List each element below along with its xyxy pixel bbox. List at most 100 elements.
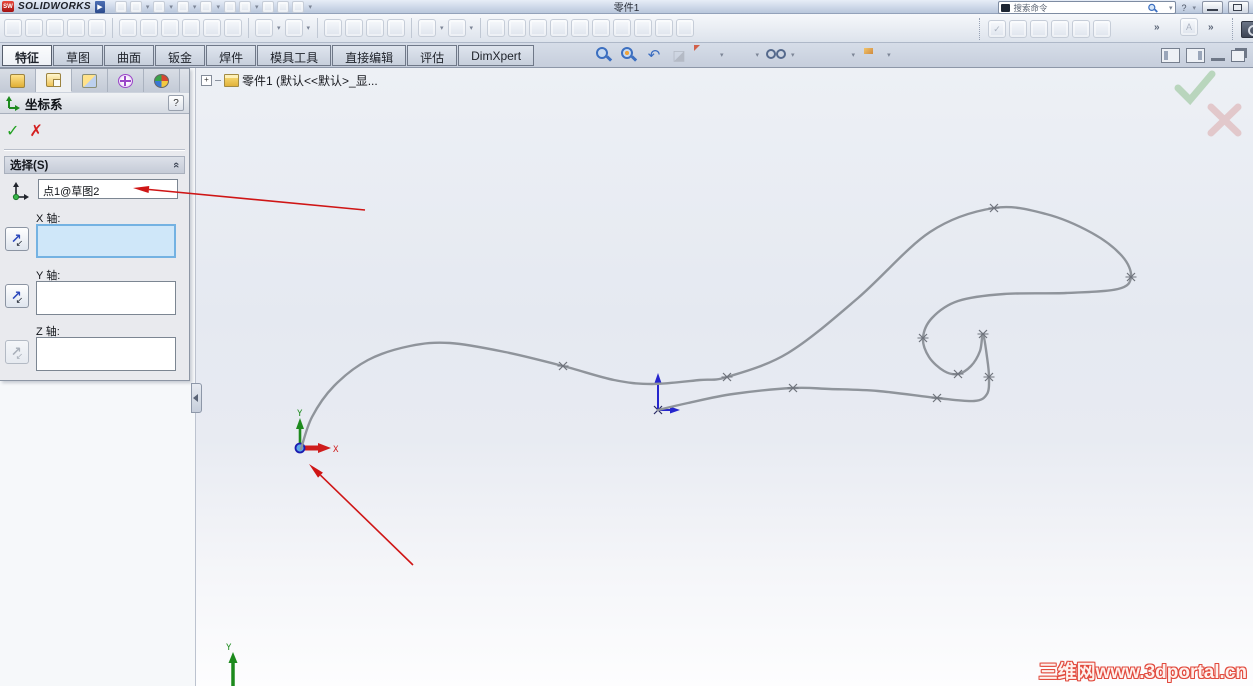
feature-manager-tab[interactable] bbox=[0, 69, 36, 92]
select-icon[interactable] bbox=[238, 0, 251, 13]
split-line-icon[interactable] bbox=[592, 19, 611, 37]
ok-button[interactable]: ✓ bbox=[6, 121, 19, 141]
tab-dimxpert[interactable]: DimXpert bbox=[458, 45, 535, 66]
fillet-icon[interactable] bbox=[255, 19, 273, 37]
display-style-icon[interactable] bbox=[730, 45, 750, 65]
options-icon[interactable] bbox=[292, 0, 305, 13]
tab-sheet-metal[interactable]: 钣金 bbox=[155, 45, 206, 66]
undo-dropdown-caret[interactable]: ▾ bbox=[216, 3, 220, 11]
reverse-y-axis-button[interactable]: ↗ ↙ bbox=[5, 284, 29, 308]
extruded-cut-icon[interactable] bbox=[119, 19, 137, 37]
redo-icon[interactable] bbox=[223, 0, 236, 13]
swept-cut-icon[interactable] bbox=[182, 19, 200, 37]
instant3d-icon[interactable] bbox=[676, 19, 695, 37]
save-icon[interactable] bbox=[153, 0, 166, 13]
selection-input[interactable]: 点1@草图2 bbox=[38, 179, 178, 199]
search-input[interactable]: 搜索命令 bbox=[1013, 2, 1143, 14]
tree-expand-icon[interactable]: + bbox=[201, 75, 212, 86]
coordinate-system-icon[interactable] bbox=[529, 19, 548, 37]
swept-boss-icon[interactable] bbox=[46, 19, 64, 37]
display-style-dropdown-caret[interactable]: ▾ bbox=[756, 51, 760, 59]
restore-window-button[interactable] bbox=[1228, 1, 1249, 14]
draft-icon[interactable] bbox=[345, 19, 364, 37]
open-document-dropdown-caret[interactable]: ▾ bbox=[146, 3, 150, 11]
hole-wizard-icon[interactable] bbox=[140, 19, 158, 37]
composite-curve-icon[interactable] bbox=[634, 19, 653, 37]
reverse-x-axis-button[interactable]: ↗ ↙ bbox=[5, 227, 29, 251]
tab-weldments[interactable]: 焊件 bbox=[206, 45, 257, 66]
file-properties-icon[interactable] bbox=[277, 0, 290, 13]
rib-icon[interactable] bbox=[324, 19, 343, 37]
dimxpert-manager-tab[interactable] bbox=[108, 69, 144, 92]
help-dropdown-caret[interactable]: ▾ bbox=[1192, 4, 1196, 12]
view-settings-icon[interactable] bbox=[861, 45, 881, 65]
shell-icon[interactable] bbox=[366, 19, 385, 37]
select-dropdown-caret[interactable]: ▾ bbox=[255, 3, 259, 11]
split-pane-left-icon[interactable] bbox=[1161, 48, 1180, 63]
help-button[interactable]: ? bbox=[1181, 3, 1186, 13]
minimize-document-icon[interactable] bbox=[1211, 58, 1225, 61]
reverse-z-axis-button[interactable]: ↗ ↙ bbox=[5, 340, 29, 364]
zoom-to-fit-icon[interactable] bbox=[594, 45, 614, 65]
y-axis-input[interactable] bbox=[36, 281, 176, 315]
menu-flyout-icon[interactable]: ▶ bbox=[94, 0, 105, 13]
display-manager-tab[interactable] bbox=[144, 69, 180, 92]
reference-axis-icon[interactable] bbox=[508, 19, 527, 37]
print-dropdown-caret[interactable]: ▾ bbox=[193, 3, 197, 11]
cascade-document-icon[interactable] bbox=[1231, 49, 1245, 62]
note-icon[interactable]: A bbox=[1180, 18, 1198, 36]
mirror-icon[interactable] bbox=[387, 19, 406, 37]
extruded-boss-icon[interactable] bbox=[4, 19, 22, 37]
search-icon[interactable] bbox=[1147, 2, 1158, 13]
screen-capture-icon[interactable] bbox=[1241, 20, 1253, 38]
linear-pattern-dropdown-caret[interactable]: ▾ bbox=[307, 24, 311, 32]
open-document-icon[interactable] bbox=[129, 0, 142, 13]
tab-sketch[interactable]: 草图 bbox=[53, 45, 104, 66]
options-dropdown-caret[interactable]: ▾ bbox=[308, 3, 312, 11]
boundary-boss-icon[interactable] bbox=[88, 19, 106, 37]
section-properties-icon[interactable] bbox=[1051, 20, 1069, 38]
search-dropdown-caret[interactable]: ▾ bbox=[1169, 4, 1173, 12]
project-curve-icon[interactable] bbox=[613, 19, 632, 37]
sensors-icon[interactable] bbox=[1093, 20, 1111, 38]
wrap-dropdown-caret[interactable]: ▾ bbox=[440, 24, 444, 32]
cancel-button[interactable]: ✗ bbox=[29, 121, 42, 141]
evaluate-overflow-button[interactable]: » bbox=[1154, 22, 1160, 33]
search-scope-icon[interactable] bbox=[1001, 3, 1011, 12]
tab-evaluate[interactable]: 评估 bbox=[407, 45, 458, 66]
view-orientation-icon[interactable] bbox=[694, 45, 714, 65]
tab-direct-editing[interactable]: 直接编辑 bbox=[332, 45, 407, 66]
print-icon[interactable] bbox=[176, 0, 189, 13]
selection-section-header[interactable]: 选择(S) « bbox=[4, 156, 185, 174]
curves-dropdown-caret[interactable]: ▾ bbox=[470, 24, 474, 32]
new-document-icon[interactable] bbox=[114, 0, 127, 13]
split-pane-right-icon[interactable] bbox=[1186, 48, 1205, 63]
apply-scene-icon[interactable] bbox=[801, 45, 821, 65]
edit-appearance-dropdown-caret[interactable]: ▾ bbox=[852, 51, 856, 59]
panel-help-button[interactable]: ? bbox=[168, 95, 184, 111]
edit-appearance-icon[interactable] bbox=[826, 45, 846, 65]
revolved-boss-icon[interactable] bbox=[25, 19, 43, 37]
tab-mold-tools[interactable]: 模具工具 bbox=[257, 45, 332, 66]
lofted-boss-icon[interactable] bbox=[67, 19, 85, 37]
tab-surfaces[interactable]: 曲面 bbox=[104, 45, 155, 66]
view-settings-dropdown-caret[interactable]: ▾ bbox=[887, 51, 891, 59]
flyout-feature-tree[interactable]: + 零件1 (默认<<默认>_显... bbox=[201, 72, 378, 89]
minimize-window-button[interactable] bbox=[1202, 1, 1223, 14]
save-dropdown-caret[interactable]: ▾ bbox=[169, 3, 173, 11]
undo-icon[interactable] bbox=[200, 0, 213, 13]
previous-view-icon[interactable]: ↶ bbox=[644, 45, 664, 65]
configuration-manager-tab[interactable] bbox=[72, 69, 108, 92]
fillet-dropdown-caret[interactable]: ▾ bbox=[277, 24, 281, 32]
x-axis-input[interactable] bbox=[36, 224, 176, 258]
property-manager-tab[interactable] bbox=[36, 69, 72, 92]
collapse-section-icon[interactable]: « bbox=[170, 162, 182, 168]
curve-through-points-icon[interactable] bbox=[571, 19, 590, 37]
mass-properties-icon[interactable] bbox=[1030, 20, 1048, 38]
rebuild-icon[interactable] bbox=[262, 0, 275, 13]
z-axis-input[interactable] bbox=[36, 337, 176, 371]
section-view-icon[interactable]: ◪ bbox=[669, 45, 689, 65]
helix-spiral-icon[interactable] bbox=[655, 19, 674, 37]
reference-point-icon[interactable] bbox=[550, 19, 569, 37]
wrap-icon[interactable] bbox=[418, 19, 437, 37]
